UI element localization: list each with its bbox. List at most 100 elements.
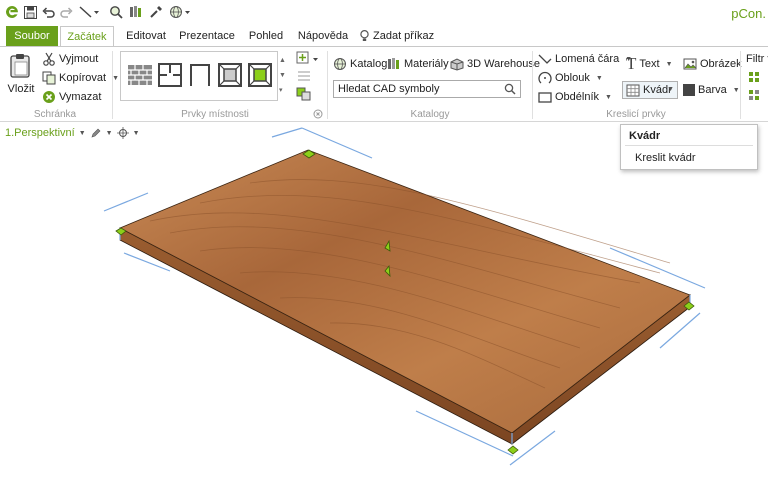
clipboard-icon bbox=[10, 54, 30, 78]
floor-icon[interactable] bbox=[247, 62, 273, 88]
wood-board[interactable] bbox=[119, 149, 691, 445]
line-tool-icon[interactable] bbox=[78, 4, 100, 20]
globe-icon[interactable] bbox=[168, 4, 192, 20]
undo-icon[interactable] bbox=[40, 4, 56, 20]
catalog-icon[interactable] bbox=[128, 4, 144, 20]
group-divider bbox=[740, 51, 741, 119]
tab-home[interactable]: Začátek bbox=[60, 26, 114, 46]
color-swatch-icon bbox=[683, 84, 695, 96]
tab-help[interactable]: Nápověda bbox=[294, 26, 352, 46]
redo-icon[interactable] bbox=[58, 4, 74, 20]
color-button[interactable]: Barva ▼ bbox=[683, 81, 740, 99]
viewport-3d[interactable]: 1.Perspektivní ▼ ▼ ▼ bbox=[0, 123, 768, 485]
window-frame-icon[interactable] bbox=[217, 62, 243, 88]
ribbon: Vložit Vyjmout Kopírovat ▼ Vymazat Schrán… bbox=[0, 46, 768, 122]
copy-icon bbox=[42, 71, 56, 85]
copy-dropdown-icon[interactable]: ▼ bbox=[112, 75, 119, 82]
room-elements-gallery bbox=[120, 51, 278, 101]
scissors-icon bbox=[43, 52, 55, 66]
paste-button[interactable]: Vložit bbox=[6, 53, 36, 99]
materials-label: Materiály bbox=[404, 58, 449, 70]
cut-label: Vyjmout bbox=[59, 53, 99, 65]
color-dropdown-icon[interactable]: ▼ bbox=[733, 87, 740, 94]
box-dropdown-icon[interactable]: ▼ bbox=[667, 86, 674, 93]
tab-view[interactable]: Pohled bbox=[244, 26, 288, 46]
materials-button[interactable]: Materiály bbox=[387, 55, 449, 73]
zoom-icon[interactable] bbox=[108, 4, 124, 20]
cad-search-value: Hledat CAD symboly bbox=[338, 83, 440, 95]
text-label: Text bbox=[639, 58, 660, 70]
delete-icon bbox=[43, 91, 55, 103]
layers-icon[interactable] bbox=[296, 87, 312, 101]
group-settings-icon[interactable] bbox=[313, 109, 323, 119]
arc-label: Oblouk bbox=[555, 72, 590, 84]
group-divider bbox=[112, 51, 113, 119]
tab-presentation[interactable]: Prezentace bbox=[176, 26, 238, 46]
image-label: Obrázek bbox=[700, 58, 742, 70]
tab-edit[interactable]: Editovat bbox=[118, 26, 174, 46]
tooltip-description: Kreslit kvádr bbox=[635, 152, 696, 164]
arc-button[interactable]: Oblouk ▼ bbox=[538, 69, 603, 87]
catalog-globe-icon bbox=[334, 58, 346, 70]
text-dropdown-icon[interactable]: ▼ bbox=[666, 61, 673, 68]
warehouse-button[interactable]: 3D Warehouse bbox=[450, 55, 540, 73]
ribbon-tabs: Soubor Začátek Editovat Prezentace Pohle… bbox=[0, 26, 768, 46]
warehouse-label: 3D Warehouse bbox=[467, 58, 540, 70]
polyline-button[interactable]: Lomená čára ▼ bbox=[538, 50, 632, 68]
filter-label: Filtr v bbox=[746, 53, 768, 65]
group-divider bbox=[532, 51, 533, 119]
text-button[interactable]: T Text ▼ bbox=[626, 54, 673, 73]
tooltip-divider bbox=[625, 145, 753, 146]
cad-search-input[interactable]: Hledat CAD symboly bbox=[333, 80, 521, 98]
image-button[interactable]: Obrázek bbox=[683, 55, 742, 73]
rectangle-button[interactable]: Obdélník ▼ bbox=[538, 88, 612, 106]
copy-button[interactable]: Kopírovat ▼ bbox=[42, 69, 119, 87]
tooltip-title: Kvádr bbox=[629, 130, 661, 142]
board-top-face[interactable] bbox=[119, 149, 691, 434]
scene-canvas[interactable] bbox=[0, 123, 768, 485]
wall-icon[interactable] bbox=[127, 62, 153, 88]
tab-command[interactable]: Zadat příkaz bbox=[360, 26, 442, 46]
paste-label: Vložit bbox=[7, 83, 35, 95]
tab-command-label: Zadat příkaz bbox=[373, 30, 435, 42]
app-logo-icon[interactable] bbox=[4, 4, 20, 20]
room-elements-group-label: Prvky místnosti bbox=[181, 109, 249, 120]
rectangle-dropdown-icon[interactable]: ▼ bbox=[605, 94, 612, 101]
catalog-button[interactable]: Katalog bbox=[333, 55, 387, 73]
add-element-icon[interactable] bbox=[296, 51, 320, 67]
gallery-scroll[interactable]: ▲ ▼ ▾ bbox=[279, 53, 286, 98]
align-icon[interactable] bbox=[296, 69, 312, 83]
image-icon bbox=[683, 58, 697, 70]
drawing-group-label: Kreslicí prvky bbox=[606, 109, 666, 120]
catalog-label: Katalog bbox=[350, 58, 388, 70]
delete-label: Vymazat bbox=[59, 91, 102, 103]
app-title: pCon. bbox=[731, 6, 766, 21]
box-button[interactable]: Kvádr ▼ bbox=[622, 81, 678, 99]
save-icon[interactable] bbox=[22, 4, 38, 20]
filter-grid-icon[interactable] bbox=[748, 71, 760, 83]
quick-access-toolbar: pCon. bbox=[0, 0, 768, 26]
color-label: Barva bbox=[698, 84, 727, 96]
catalogs-group-label: Katalogy bbox=[410, 109, 450, 120]
search-icon[interactable] bbox=[504, 83, 516, 95]
copy-label: Kopírovat bbox=[59, 72, 107, 84]
polyline-label: Lomená čára bbox=[555, 53, 620, 65]
lightbulb-icon bbox=[360, 30, 369, 41]
clipboard-group-label: Schránka bbox=[33, 109, 77, 120]
room-plan-icon[interactable] bbox=[157, 62, 183, 88]
eyedropper-icon[interactable] bbox=[148, 4, 164, 20]
group-divider bbox=[327, 51, 328, 119]
tab-file[interactable]: Soubor bbox=[6, 26, 58, 46]
cut-button[interactable]: Vyjmout bbox=[42, 50, 98, 68]
delete-button[interactable]: Vymazat bbox=[42, 88, 101, 106]
box-tooltip: Kvádr Kreslit kvádr bbox=[620, 124, 758, 170]
warehouse-icon bbox=[450, 58, 464, 71]
filter-list-icon[interactable] bbox=[748, 89, 760, 101]
materials-icon bbox=[388, 58, 399, 69]
arc-dropdown-icon[interactable]: ▼ bbox=[596, 75, 603, 82]
arc-icon bbox=[538, 71, 552, 84]
door-icon[interactable] bbox=[187, 62, 213, 88]
handle-front-corner[interactable] bbox=[507, 445, 519, 455]
rectangle-label: Obdélník bbox=[555, 91, 600, 103]
text-tool-icon: T bbox=[626, 54, 637, 73]
